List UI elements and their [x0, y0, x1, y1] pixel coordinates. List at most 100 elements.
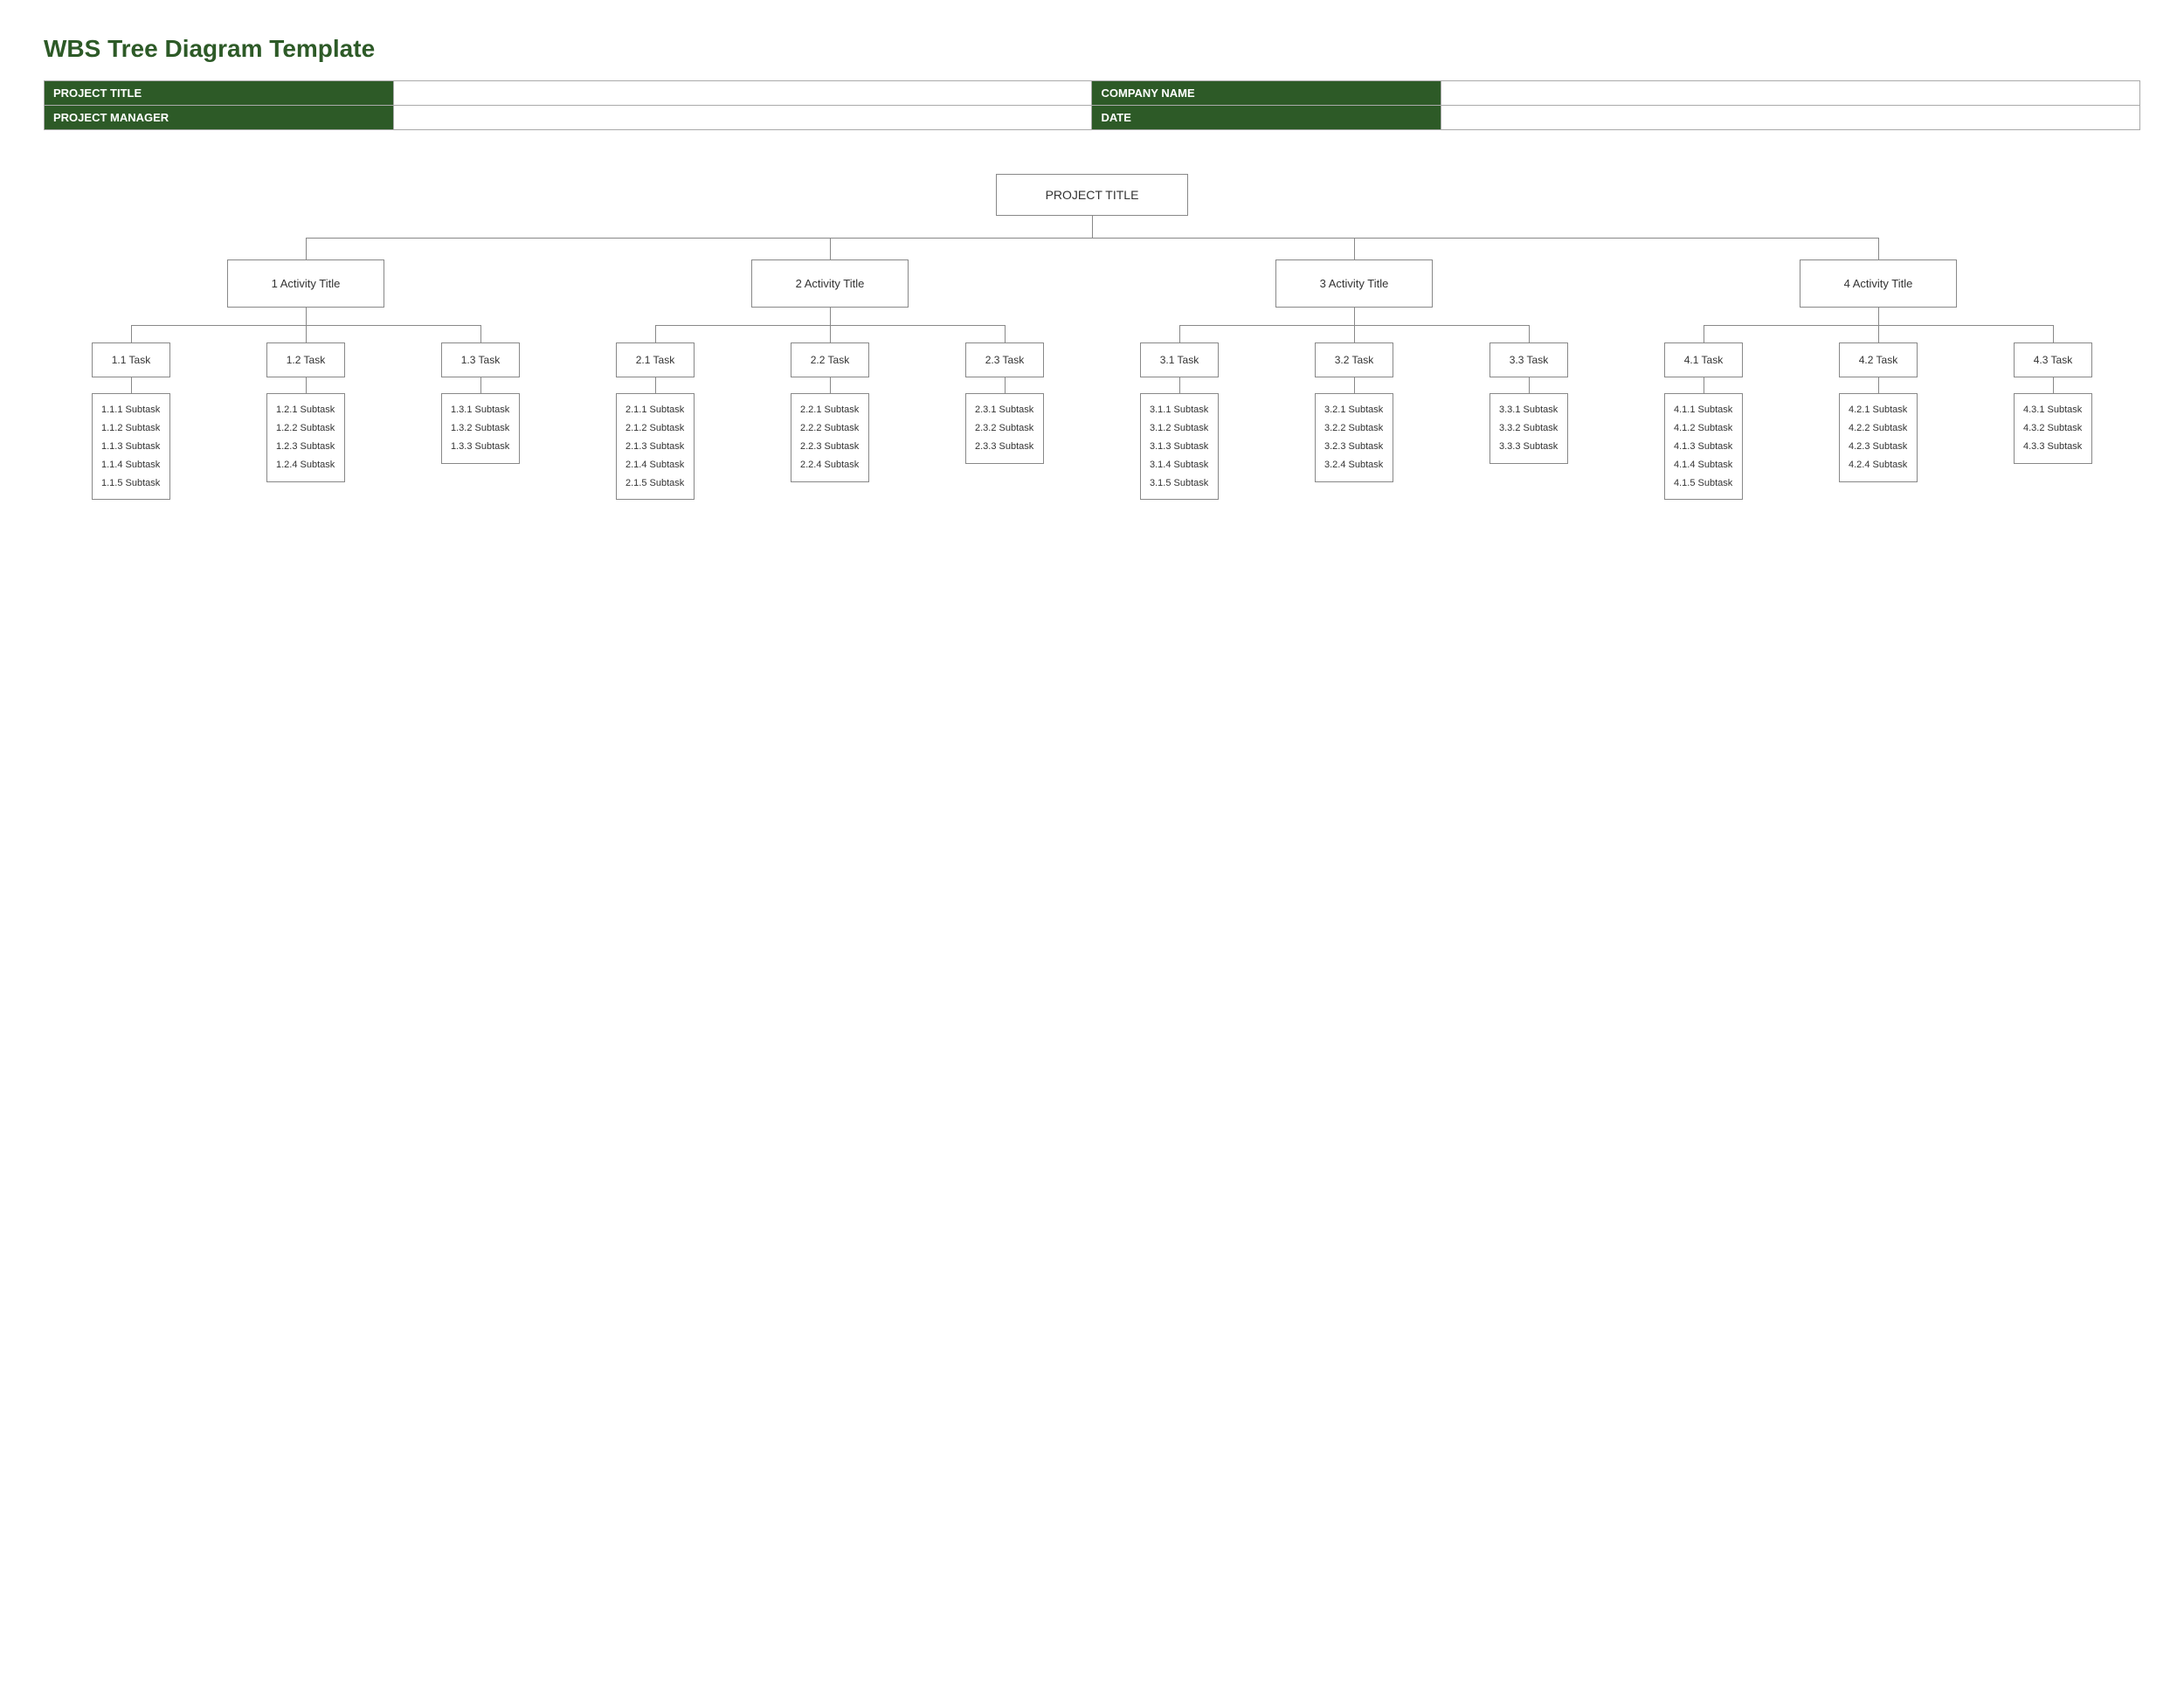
- subtask-item: 2.1.5 Subtask: [625, 474, 685, 493]
- subtask-item: 4.1.1 Subtask: [1674, 401, 1733, 419]
- subtask-item: 3.1.2 Subtask: [1150, 419, 1209, 438]
- task-col-3.2: 3.2 Task3.2.1 Subtask3.2.2 Subtask3.2.3 …: [1267, 325, 1441, 482]
- wbs-diagram: PROJECT TITLE1 Activity Title1.1 Task1.1…: [44, 156, 2140, 500]
- subtask-item: 1.1.5 Subtask: [101, 474, 161, 493]
- subtask-item: 4.3.1 Subtask: [2023, 401, 2083, 419]
- subtask-item: 4.1.5 Subtask: [1674, 474, 1733, 493]
- subtask-item: 1.1.4 Subtask: [101, 456, 161, 474]
- subtask-item: 2.2.3 Subtask: [800, 438, 860, 456]
- subtask-item: 3.3.1 Subtask: [1499, 401, 1559, 419]
- subtask-item: 3.2.4 Subtask: [1324, 456, 1384, 474]
- subtasks-3.3: 3.3.1 Subtask3.3.2 Subtask3.3.3 Subtask: [1489, 393, 1568, 464]
- subtask-item: 2.1.1 Subtask: [625, 401, 685, 419]
- tasks-row-2: 2.1 Task 2.1.1 Subtask2.1.2 Subtask2.1.3 …: [568, 325, 1092, 500]
- vertical-connector: [655, 377, 656, 393]
- task-col-4.1: 4.1 Task 4.1.1 Subtask4.1.2 Subtask4.1.3 …: [1616, 325, 1791, 500]
- node-box: 2 Activity Title: [751, 259, 909, 308]
- project-title-label: PROJECT TITLE: [45, 81, 394, 106]
- activity-col-3: 3 Activity Title3.1 Task3.1.1 Subtask3.1…: [1092, 238, 1616, 500]
- vertical-connector: [306, 377, 307, 393]
- vertical-connector: [131, 377, 132, 393]
- vertical-connector: [2053, 377, 2054, 393]
- vertical-connector: [1179, 377, 1180, 393]
- subtask-item: 4.3.3 Subtask: [2023, 438, 2083, 456]
- subtask-item: 2.1.4 Subtask: [625, 456, 685, 474]
- activity-col-2: 2 Activity Title2.1 Task2.1.1 Subtask2.1…: [568, 238, 1092, 500]
- subtask-item: 1.3.2 Subtask: [451, 419, 510, 438]
- node-box: 1.3 Task: [441, 342, 520, 377]
- subtask-item: 4.1.3 Subtask: [1674, 438, 1733, 456]
- subtask-item: 1.1.1 Subtask: [101, 401, 161, 419]
- node-box: 4.2 Task: [1839, 342, 1918, 377]
- subtask-item: 4.2.4 Subtask: [1849, 456, 1908, 474]
- vertical-connector: [830, 308, 831, 325]
- subtask-item: 3.1.1 Subtask: [1150, 401, 1209, 419]
- header-table: PROJECT TITLE COMPANY NAME PROJECT MANAG…: [44, 80, 2140, 130]
- subtask-item: 3.2.3 Subtask: [1324, 438, 1384, 456]
- vertical-connector: [1354, 308, 1355, 325]
- task-col-3.3: 3.3 Task 3.3.1 Subtask3.3.2 Subtask3.3.3 …: [1441, 325, 1616, 464]
- activity-col-1: 1 Activity Title1.1 Task1.1.1 Subtask1.1…: [44, 238, 568, 500]
- task-col-3.1: 3.1 Task 3.1.1 Subtask3.1.2 Subtask3.1.3 …: [1092, 325, 1267, 500]
- project-manager-value[interactable]: [393, 106, 1092, 130]
- tasks-row-3: 3.1 Task 3.1.1 Subtask3.1.2 Subtask3.1.3 …: [1092, 325, 1616, 500]
- vertical-connector: [1878, 377, 1879, 393]
- vertical-connector: [830, 377, 831, 393]
- company-name-label: COMPANY NAME: [1092, 81, 1441, 106]
- node-box: 4.3 Task: [2014, 342, 2092, 377]
- vertical-connector: [1529, 377, 1530, 393]
- date-value[interactable]: [1441, 106, 2140, 130]
- subtask-item: 4.2.3 Subtask: [1849, 438, 1908, 456]
- tasks-row-1: 1.1 Task1.1.1 Subtask1.1.2 Subtask1.1.3 …: [44, 325, 568, 500]
- company-name-value[interactable]: [1441, 81, 2140, 106]
- subtask-item: 3.1.4 Subtask: [1150, 456, 1209, 474]
- subtask-item: 3.2.1 Subtask: [1324, 401, 1384, 419]
- vertical-connector: [1878, 308, 1879, 325]
- subtask-item: 1.2.4 Subtask: [276, 456, 335, 474]
- node-box: 2.1 Task: [616, 342, 695, 377]
- project-title-value[interactable]: [393, 81, 1092, 106]
- subtask-item: 2.3.3 Subtask: [975, 438, 1034, 456]
- task-col-4.3: 4.3 Task4.3.1 Subtask4.3.2 Subtask4.3.3 …: [1966, 325, 2140, 464]
- subtask-item: 4.2.1 Subtask: [1849, 401, 1908, 419]
- subtask-item: 2.2.2 Subtask: [800, 419, 860, 438]
- subtask-item: 2.1.2 Subtask: [625, 419, 685, 438]
- task-col-1.2: 1.2 Task1.2.1 Subtask1.2.2 Subtask1.2.3 …: [218, 325, 393, 482]
- subtasks-3.1: 3.1.1 Subtask3.1.2 Subtask3.1.3 Subtask3…: [1140, 393, 1219, 500]
- subtasks-1.3: 1.3.1 Subtask1.3.2 Subtask1.3.3 Subtask: [441, 393, 520, 464]
- activity-col-4: 4 Activity Title4.1 Task4.1.1 Subtask4.1…: [1616, 238, 2140, 500]
- tasks-row-4: 4.1 Task 4.1.1 Subtask4.1.2 Subtask4.1.3 …: [1616, 325, 2140, 500]
- project-manager-label: PROJECT MANAGER: [45, 106, 394, 130]
- subtask-item: 4.1.2 Subtask: [1674, 419, 1733, 438]
- node-box: 3 Activity Title: [1275, 259, 1433, 308]
- node-box: 1.1 Task: [92, 342, 170, 377]
- page-title: WBS Tree Diagram Template: [44, 35, 2140, 63]
- subtasks-4.1: 4.1.1 Subtask4.1.2 Subtask4.1.3 Subtask 4…: [1664, 393, 1743, 500]
- subtasks-2.3: 2.3.1 Subtask2.3.2 Subtask2.3.3 Subtask: [965, 393, 1044, 464]
- node-box: 3.3 Task: [1489, 342, 1568, 377]
- subtask-item: 1.3.3 Subtask: [451, 438, 510, 456]
- subtask-item: 3.3.2 Subtask: [1499, 419, 1559, 438]
- activity-level: 1 Activity Title1.1 Task1.1.1 Subtask1.1…: [44, 238, 2140, 500]
- subtask-item: 2.3.2 Subtask: [975, 419, 1034, 438]
- node-box: 4.1 Task: [1664, 342, 1743, 377]
- vertical-connector: [306, 308, 307, 325]
- subtask-item: 1.1.2 Subtask: [101, 419, 161, 438]
- node-box: 2.2 Task: [791, 342, 869, 377]
- subtask-item: 1.2.1 Subtask: [276, 401, 335, 419]
- task-col-2.2: 2.2 Task2.2.1 Subtask2.2.2 Subtask2.2.3 …: [743, 325, 917, 482]
- subtasks-2.1: 2.1.1 Subtask2.1.2 Subtask2.1.3 Subtask2…: [616, 393, 695, 500]
- node-box: PROJECT TITLE: [996, 174, 1188, 216]
- task-col-4.2: 4.2 Task4.2.1 Subtask4.2.2 Subtask4.2.3 …: [1791, 325, 1966, 482]
- vertical-connector: [480, 377, 481, 393]
- task-col-2.1: 2.1 Task 2.1.1 Subtask2.1.2 Subtask2.1.3 …: [568, 325, 743, 500]
- subtask-item: 3.3.3 Subtask: [1499, 438, 1559, 456]
- subtasks-1.2: 1.2.1 Subtask1.2.2 Subtask1.2.3 Subtask1…: [266, 393, 345, 482]
- subtask-item: 1.3.1 Subtask: [451, 401, 510, 419]
- subtask-item: 2.2.4 Subtask: [800, 456, 860, 474]
- subtask-item: 1.2.3 Subtask: [276, 438, 335, 456]
- node-box: 3.1 Task: [1140, 342, 1219, 377]
- subtask-item: 3.1.3 Subtask: [1150, 438, 1209, 456]
- task-col-2.3: 2.3 Task2.3.1 Subtask2.3.2 Subtask2.3.3 …: [917, 325, 1092, 464]
- subtask-item: 1.2.2 Subtask: [276, 419, 335, 438]
